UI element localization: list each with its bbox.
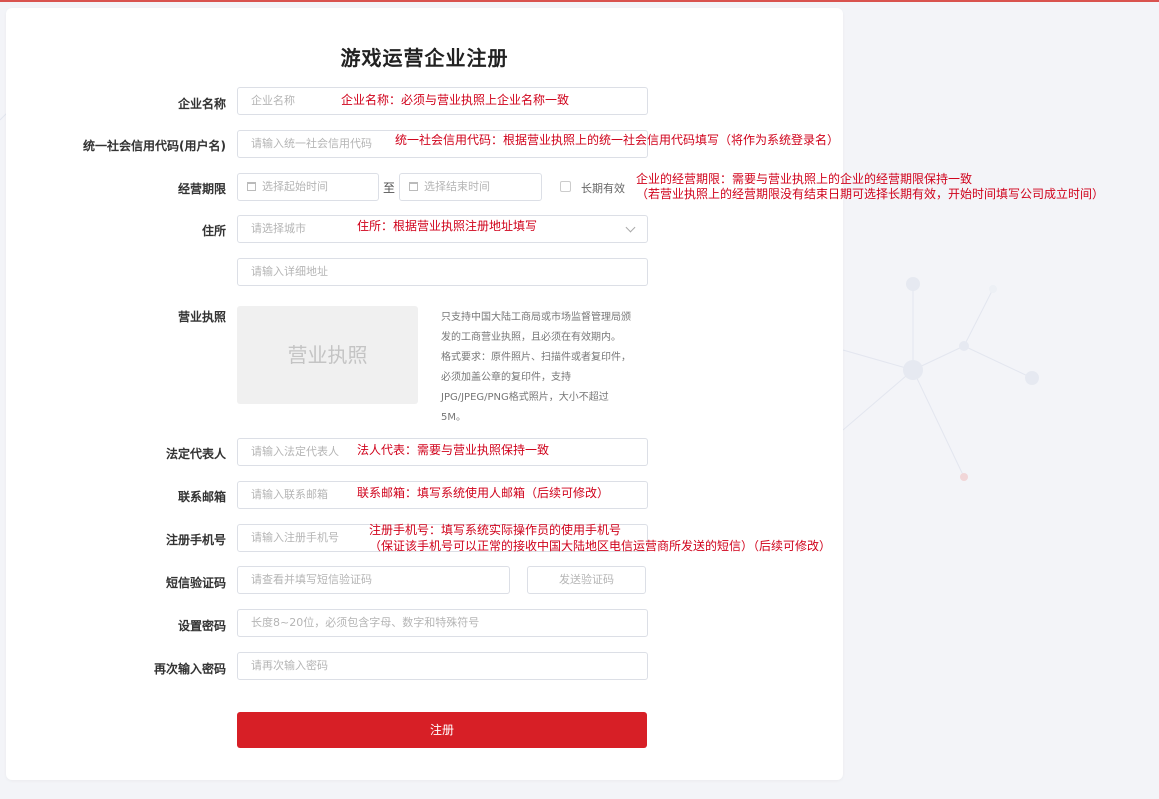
password-input[interactable]: 长度8~20位，必须包含字母、数字和特殊符号	[237, 609, 648, 637]
legal-rep-label: 法定代表人	[165, 447, 226, 461]
period-label: 经营期限	[177, 182, 226, 196]
password-placeholder: 长度8~20位，必须包含字母、数字和特殊符号	[251, 616, 480, 629]
period-end-placeholder: 选择结束时间	[424, 180, 490, 193]
long-term-checkbox[interactable]	[560, 181, 571, 192]
phone-note-line1: 注册手机号：填写系统实际操作员的使用手机号	[369, 523, 622, 537]
address-label: 住所	[201, 224, 226, 238]
period-to-separator: 至	[383, 181, 396, 195]
license-label: 营业执照	[177, 310, 226, 324]
license-upload-area[interactable]: 营业执照	[237, 306, 418, 404]
period-end-input[interactable]: 选择结束时间	[399, 173, 542, 201]
email-note: 联系邮箱：填写系统使用人邮箱（后续可修改）	[357, 486, 610, 500]
password-confirm-placeholder: 请再次输入密码	[251, 659, 328, 672]
license-hint-line: JPG/JPEG/PNG格式照片，大小不超过	[441, 392, 609, 403]
license-hint-line: 只支持中国大陆工商局或市场监督管理局颁	[441, 312, 631, 323]
license-hint: 只支持中国大陆工商局或市场监督管理局颁 发的工商营业执照，且必须在有效期内。 格…	[441, 308, 651, 428]
phone-placeholder: 请输入注册手机号	[251, 531, 339, 544]
company-name-label: 企业名称	[177, 97, 226, 111]
company-name-note: 企业名称：必须与营业执照上企业名称一致	[341, 93, 570, 107]
credit-code-label: 统一社会信用代码(用户名)	[83, 139, 226, 153]
sms-code-placeholder: 请查看并填写短信验证码	[251, 573, 372, 586]
top-accent-line	[0, 0, 1159, 2]
calendar-icon	[247, 182, 256, 191]
credit-code-placeholder: 请输入统一社会信用代码	[251, 137, 372, 150]
register-button[interactable]: 注册	[237, 712, 647, 748]
password-confirm-input[interactable]: 请再次输入密码	[237, 652, 648, 680]
license-hint-line: 5M。	[441, 412, 466, 423]
detail-address-placeholder: 请输入详细地址	[251, 265, 328, 278]
license-hint-line: 必须加盖公章的复印件，支持	[441, 372, 571, 383]
license-hint-line: 格式要求：原件照片、扫描件或者复印件，	[441, 352, 631, 363]
period-note-line1: 企业的经营期限：需要与营业执照上的企业的经营期限保持一致	[636, 172, 973, 186]
detail-address-input[interactable]: 请输入详细地址	[237, 258, 648, 286]
legal-rep-placeholder: 请输入法定代表人	[251, 445, 339, 458]
company-name-placeholder: 企业名称	[251, 94, 295, 107]
period-note-line2: （若营业执照上的经营期限没有结束日期可选择长期有效，开始时间填写公司成立时间）	[636, 187, 1105, 201]
send-code-button[interactable]: 发送验证码	[527, 566, 646, 594]
registration-card: 游戏运营企业注册 企业名称 企业名称 企业名称：必须与营业执照上企业名称一致 统…	[6, 8, 1104, 780]
page-title: 游戏运营企业注册	[340, 46, 509, 70]
long-term-label[interactable]: 长期有效	[581, 180, 625, 196]
period-start-placeholder: 选择起始时间	[262, 180, 328, 193]
legal-rep-note: 法人代表：需要与营业执照保持一致	[357, 443, 550, 457]
credit-code-note: 统一社会信用代码：根据营业执照上的统一社会信用代码填写（将作为系统登录名）	[395, 133, 840, 147]
password-label: 设置密码	[177, 619, 226, 633]
sms-code-label: 短信验证码	[165, 576, 226, 590]
address-note: 住所：根据营业执照注册地址填写	[357, 219, 538, 233]
phone-label: 注册手机号	[165, 533, 226, 547]
period-start-input[interactable]: 选择起始时间	[237, 173, 379, 201]
phone-note-line2: （保证该手机号可以正常的接收中国大陆地区电信运营商所发送的短信）（后续可修改）	[369, 539, 832, 553]
license-hint-line: 发的工商营业执照，且必须在有效期内。	[441, 332, 621, 343]
password-confirm-label: 再次输入密码	[153, 662, 226, 676]
calendar-icon	[409, 182, 418, 191]
email-placeholder: 请输入联系邮箱	[251, 488, 328, 501]
email-label: 联系邮箱	[177, 490, 226, 504]
sms-code-input[interactable]: 请查看并填写短信验证码	[237, 566, 510, 594]
city-select-placeholder: 请选择城市	[251, 222, 306, 235]
